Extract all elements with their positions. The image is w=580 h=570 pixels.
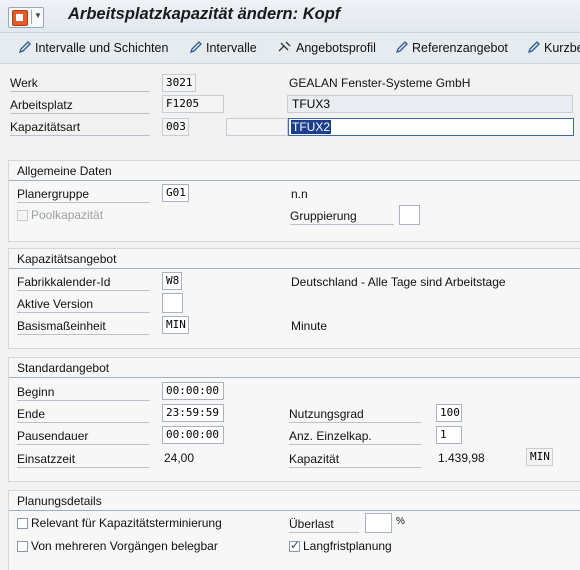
group-divider: [9, 268, 580, 269]
pencil-icon: [18, 41, 31, 54]
aktive-version-input[interactable]: [162, 293, 183, 313]
langfristplanung-label: Langfristplanung: [303, 539, 392, 553]
checkmark-icon: ✓: [290, 538, 301, 552]
intervalle-label: Intervalle: [206, 41, 257, 55]
mehreren-vorgaengen-checkbox[interactable]: [17, 541, 28, 552]
werk-description: GEALAN Fenster-Systeme GmbH: [289, 76, 471, 90]
application-toolbar: Intervalle und Schichten Intervalle Ange…: [0, 33, 580, 64]
allgemeine-daten-title: Allgemeine Daten: [17, 164, 112, 178]
gruppierung-label: Gruppierung: [290, 209, 394, 225]
fabrikkalender-description: Deutschland - Alle Tage sind Arbeitstage: [291, 275, 506, 289]
beginn-label: Beginn: [17, 385, 150, 401]
poolkapazitaet-checkbox[interactable]: [17, 210, 28, 221]
standardangebot-title: Standardangebot: [17, 361, 110, 375]
arbeitsplatz-label: Arbeitsplatz: [10, 98, 150, 114]
kapazitaet-label: Kapazität: [289, 452, 422, 468]
planergruppe-label: Planergruppe: [17, 187, 150, 203]
ende-label: Ende: [17, 407, 150, 423]
tools-icon: [278, 41, 291, 52]
kapazitaetsart-field: 003: [162, 118, 189, 136]
mehreren-vorgaengen-label: Von mehreren Vorgängen belegbar: [31, 539, 218, 553]
intervalle-schichten-label: Intervalle und Schichten: [35, 41, 169, 55]
chevron-down-icon: ▼: [34, 11, 42, 20]
angebotsprofil-button[interactable]: Angebotsprofil: [277, 40, 376, 56]
sap-menu-icon: [12, 10, 28, 26]
ueberlast-percent: %: [396, 516, 405, 527]
planergruppe-input[interactable]: G01: [162, 184, 189, 202]
gruppierung-input[interactable]: [399, 205, 420, 225]
kapazitaet-value: 1.439,98: [438, 451, 485, 465]
nutzungsgrad-input[interactable]: 100: [436, 404, 462, 422]
pencil-icon: [189, 41, 202, 54]
kapazitaetsart-text-selection: TFUX2: [291, 120, 332, 134]
kapazitaet-unit: MIN: [526, 448, 553, 466]
intervalle-button[interactable]: Intervalle: [189, 40, 257, 56]
intervalle-schichten-button[interactable]: Intervalle und Schichten: [18, 40, 168, 56]
ende-input[interactable]: 23:59:59: [162, 404, 224, 422]
pencil-icon: [395, 41, 408, 54]
einsatzzeit-value: 24,00: [164, 451, 195, 465]
fabrikkalender-input[interactable]: W8: [162, 272, 182, 290]
pencil-icon: [527, 41, 540, 54]
kapazitaetsart-label: Kapazitätsart: [10, 120, 150, 136]
group-divider: [9, 377, 580, 378]
page-title: Arbeitsplatzkapazität ändern: Kopf: [68, 5, 341, 23]
kapazitaetsangebot-title: Kapazitätsangebot: [17, 252, 117, 266]
planergruppe-description: n.n: [291, 187, 308, 201]
group-divider: [9, 510, 580, 511]
pausendauer-label: Pausendauer: [17, 429, 150, 445]
einzelkap-label: Anz. Einzelkap.: [289, 429, 422, 445]
basismasseinheit-description: Minute: [291, 319, 328, 333]
kapazitaetsart-extra-field: [226, 118, 288, 136]
referenzangebot-label: Referenzangebot: [412, 41, 508, 55]
aktive-version-label: Aktive Version: [17, 297, 150, 313]
pausendauer-input[interactable]: 00:00:00: [162, 426, 224, 444]
einsatzzeit-label: Einsatzzeit: [17, 452, 150, 468]
planungsdetails-title: Planungsdetails: [17, 494, 102, 508]
poolkapazitaet-label: Poolkapazität: [31, 208, 104, 222]
title-bar: ▼ Arbeitsplatzkapazität ändern: Kopf: [0, 0, 580, 33]
relevant-kapazitaetsterminierung-label: Relevant für Kapazitätsterminierung: [31, 516, 222, 530]
arbeitsplatz-field: F1205: [162, 95, 224, 113]
system-menu-button[interactable]: ▼: [8, 7, 44, 28]
angebotsprofil-label: Angebotsprofil: [296, 41, 376, 55]
group-divider: [9, 180, 580, 181]
ueberlast-label: Überlast: [289, 517, 359, 533]
referenzangebot-button[interactable]: Referenzangebot: [395, 40, 508, 56]
relevant-kapazitaetsterminierung-checkbox[interactable]: [17, 518, 28, 529]
nutzungsgrad-label: Nutzungsgrad: [289, 407, 422, 423]
menu-separator: [31, 10, 32, 24]
basismasseinheit-input[interactable]: MIN: [162, 316, 189, 334]
werk-label: Werk: [10, 76, 150, 92]
basismasseinheit-label: Basismaßeinheit: [17, 319, 150, 335]
arbeitsplatz-description: TFUX3: [287, 95, 573, 113]
beginn-input[interactable]: 00:00:00: [162, 382, 224, 400]
kapazitaetsart-text-input[interactable]: TFUX2: [288, 118, 574, 136]
fabrikkalender-label: Fabrikkalender-Id: [17, 275, 150, 291]
ueberlast-input[interactable]: [365, 513, 392, 533]
einzelkap-input[interactable]: 1: [436, 426, 462, 444]
kurzbe-button[interactable]: Kurzbe: [527, 40, 580, 56]
werk-field: 3021: [162, 74, 196, 92]
kurzbe-label: Kurzbe: [544, 41, 580, 55]
langfristplanung-checkbox[interactable]: ✓: [289, 538, 301, 552]
